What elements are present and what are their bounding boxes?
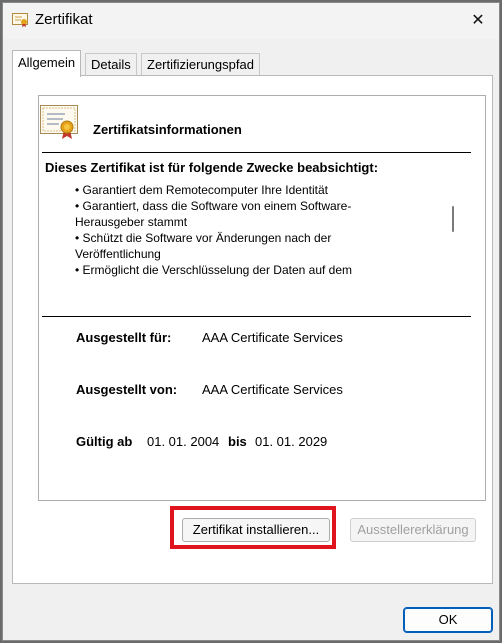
certificate-dialog: Zertifikat ✕ Allgemein Details Zertifizi… — [2, 2, 500, 641]
purpose-scrollbar[interactable] — [452, 206, 454, 232]
list-item: • Ermöglicht die Verschlüsselung der Dat… — [75, 263, 353, 277]
title-bar[interactable]: Zertifikat ✕ — [3, 3, 499, 39]
tab-allgemein[interactable]: Allgemein — [12, 50, 82, 77]
tab-details[interactable]: Details — [85, 53, 137, 75]
list-item: • Garantiert, dass die Software von eine… — [75, 199, 352, 213]
validity-row: Gültig ab 01. 01. 2004 bis 01. 01. 2029 — [76, 434, 327, 449]
valid-to-value: 01. 01. 2029 — [255, 434, 328, 449]
certificate-icon — [12, 13, 28, 30]
certificate-info-box: Zertifikatsinformationen Dieses Zertifik… — [38, 95, 486, 501]
ok-button[interactable]: OK — [403, 607, 493, 633]
window-title: Zertifikat — [35, 11, 93, 28]
list-item: Herausgeber stammt — [75, 215, 188, 229]
purpose-list: • Garantiert dem Remotecomputer Ihre Ide… — [75, 182, 435, 278]
valid-from-value: 01. 01. 2004 — [147, 434, 220, 449]
issuer-statement-button[interactable]: Ausstellererklärung — [350, 518, 476, 542]
certificate-icon — [39, 104, 79, 143]
purpose-heading: Dieses Zertifikat ist für folgende Zweck… — [45, 160, 379, 175]
divider — [42, 152, 471, 153]
valid-to-label: bis — [228, 434, 247, 449]
issued-to-label: Ausgestellt für: — [76, 330, 172, 345]
divider — [42, 316, 471, 317]
list-item: • Schützt die Software vor Änderungen na… — [75, 231, 332, 245]
install-button-highlight — [170, 506, 336, 549]
issued-by-label: Ausgestellt von: — [76, 382, 178, 397]
issued-by-value: AAA Certificate Services — [202, 382, 343, 397]
tab-zertifizierungspfad[interactable]: Zertifizierungspfad — [141, 53, 260, 75]
issued-to-row: Ausgestellt für: AAA Certificate Services — [76, 330, 343, 345]
issued-by-row: Ausgestellt von: AAA Certificate Services — [76, 382, 343, 397]
close-icon[interactable]: ✕ — [465, 9, 491, 33]
list-item: • Garantiert dem Remotecomputer Ihre Ide… — [75, 183, 328, 197]
certificate-heading: Zertifikatsinformationen — [93, 122, 242, 137]
issued-to-value: AAA Certificate Services — [202, 330, 343, 345]
list-item: Veröffentlichung — [75, 247, 161, 261]
valid-from-label: Gültig ab — [76, 434, 133, 449]
